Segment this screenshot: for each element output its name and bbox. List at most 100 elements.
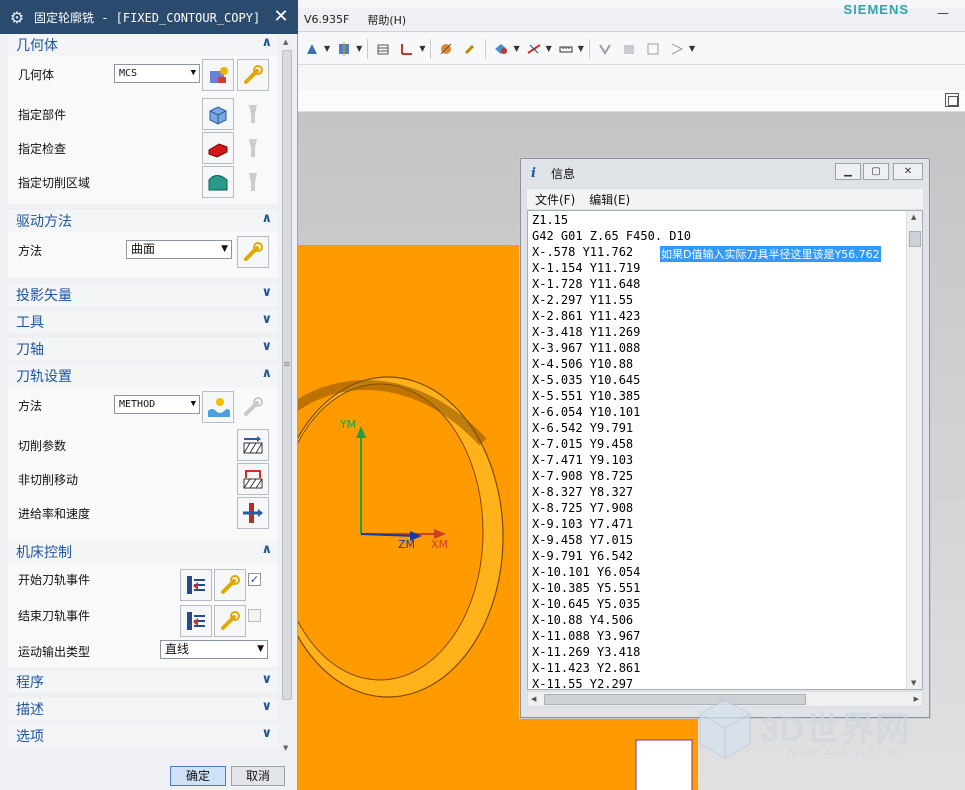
- edit-geometry-button[interactable]: [237, 59, 269, 91]
- section-drive-method[interactable]: 驱动方法 ∧: [8, 210, 278, 232]
- code-line: X-6.542 Y9.791: [532, 421, 634, 435]
- specify-check-button[interactable]: [202, 132, 234, 164]
- code-line: X-1.728 Y11.648: [532, 277, 641, 291]
- code-line: X-2.297 Y11.55: [532, 293, 634, 307]
- scroll-down-icon[interactable]: ▼: [911, 679, 916, 687]
- maximize-button[interactable]: ▢: [863, 163, 889, 180]
- show-check-button[interactable]: [237, 132, 269, 164]
- wrench-tool-icon[interactable]: [458, 38, 482, 60]
- layer-icon[interactable]: [371, 38, 395, 60]
- show-hide-icon[interactable]: [489, 38, 513, 60]
- section-projection-vector[interactable]: 投影矢量 ∨: [8, 284, 278, 306]
- section-program[interactable]: 程序 ∨: [8, 671, 278, 693]
- close-icon[interactable]: ✕: [270, 6, 292, 28]
- start-events-button[interactable]: [180, 569, 212, 601]
- section-options[interactable]: 选项 ∨: [8, 725, 278, 747]
- chevron-down-icon[interactable]: ∨: [261, 672, 272, 687]
- non-cut-moves-button[interactable]: [237, 463, 269, 495]
- ruler-icon[interactable]: [554, 38, 578, 60]
- section-path-settings[interactable]: 刀轨设置 ∧: [8, 365, 278, 387]
- info-vertical-scrollbar[interactable]: ▲ ▼: [906, 211, 922, 689]
- dialog-titlebar: ⚙ 固定轮廓铣 - [FIXED_CONTOUR_COPY] ✕: [0, 0, 298, 34]
- section-geometry[interactable]: 几何体 ∧: [8, 34, 278, 56]
- menu-help[interactable]: 帮助(H): [367, 12, 406, 28]
- resize-grip-icon[interactable]: ≡: [283, 360, 291, 370]
- code-line: X-11.088 Y3.967: [532, 629, 641, 643]
- cut-params-button[interactable]: [237, 429, 269, 461]
- edit-drive-method-button[interactable]: [237, 236, 269, 268]
- cut-area-icon: [208, 175, 228, 191]
- wrench-icon: [244, 65, 263, 84]
- wcs-icon[interactable]: [395, 38, 419, 60]
- cancel-button[interactable]: 取消: [231, 766, 285, 786]
- view-orient-icon[interactable]: [300, 38, 324, 60]
- edit-end-events-button[interactable]: [214, 605, 246, 637]
- geometry-select[interactable]: MCS ▼: [114, 64, 200, 83]
- chevron-up-icon[interactable]: ∧: [261, 35, 272, 50]
- dialog-scrollbar[interactable]: ▲ ▼: [280, 36, 294, 754]
- operation-dialog: ⚙ 固定轮廓铣 - [FIXED_CONTOUR_COPY] ✕ 几何体 ∧ 几…: [0, 0, 298, 790]
- info-text-area[interactable]: Z1.15 G42 G01 Z.65 F450. D10 X-.578 Y11.76…: [527, 210, 923, 690]
- edit-method-button[interactable]: [237, 391, 269, 423]
- edit-start-events-button[interactable]: [214, 569, 246, 601]
- app-minimize-button[interactable]: —: [937, 6, 949, 20]
- code-line: X-1.154 Y11.719: [532, 261, 641, 275]
- geometry-label: 几何体: [18, 68, 55, 82]
- specify-part-button[interactable]: [202, 98, 234, 130]
- feeds-speeds-button[interactable]: [237, 497, 269, 529]
- motion-output-select[interactable]: 直线 ▼: [160, 640, 268, 659]
- feeds-speeds-label: 进给率和速度: [18, 507, 91, 521]
- drive-method-select[interactable]: 曲面 ▼: [126, 240, 232, 259]
- maximize-viewport-icon[interactable]: [945, 93, 959, 107]
- measure-icon[interactable]: [522, 38, 546, 60]
- snap-icon[interactable]: [617, 38, 641, 60]
- new-method-button[interactable]: [202, 391, 234, 423]
- scrollbar-thumb[interactable]: [282, 50, 292, 700]
- scroll-up-icon[interactable]: ▲: [911, 213, 916, 221]
- scrollbar-thumb[interactable]: [909, 231, 921, 247]
- chevron-down-icon[interactable]: ∨: [261, 285, 272, 300]
- chevron-down-icon[interactable]: ∨: [261, 726, 272, 741]
- show-cut-area-button[interactable]: [237, 166, 269, 198]
- specify-cut-area-label: 指定切削区域: [18, 176, 91, 190]
- select-filter-icon[interactable]: [593, 38, 617, 60]
- filter-icon[interactable]: [665, 38, 689, 60]
- chevron-up-icon[interactable]: ∧: [261, 366, 272, 381]
- chevron-down-icon[interactable]: ∨: [261, 699, 272, 714]
- ok-button[interactable]: 确定: [170, 766, 226, 786]
- view-fit-icon[interactable]: [332, 38, 356, 60]
- section-description[interactable]: 描述 ∨: [8, 698, 278, 720]
- events-icon: [187, 612, 205, 630]
- scroll-up-icon[interactable]: ▲: [283, 38, 288, 46]
- watermark-text: 3D世界网: [760, 711, 911, 749]
- path-method-select[interactable]: METHOD ▼: [114, 395, 200, 414]
- menu-version[interactable]: V6.935F: [304, 13, 349, 26]
- section-options-title: 选项: [16, 729, 44, 745]
- scroll-down-icon[interactable]: ▼: [283, 744, 288, 752]
- non-cut-moves-icon: [243, 470, 263, 489]
- analysis-icon[interactable]: [434, 38, 458, 60]
- section-tool-axis-title: 刀轴: [16, 342, 44, 358]
- close-button[interactable]: ✕: [893, 163, 923, 180]
- section-machine-control[interactable]: 机床控制 ∧: [8, 541, 278, 563]
- chevron-up-icon[interactable]: ∧: [261, 542, 272, 557]
- specify-cut-area-button[interactable]: [202, 166, 234, 198]
- chevron-down-icon[interactable]: ∨: [261, 339, 272, 354]
- machine-control-body: 开始刀轨事件 ✓ 结束刀轨事件 运动输出类型 直线 ▼: [8, 563, 278, 667]
- minimize-button[interactable]: ▁: [835, 163, 861, 180]
- start-events-checkbox[interactable]: ✓: [248, 573, 261, 586]
- section-tool-axis[interactable]: 刀轴 ∨: [8, 338, 278, 360]
- info-window: i 信息 ▁ ▢ ✕ 文件(F) 编辑(E) Z1.15 G42 G01 Z.65…: [520, 158, 930, 718]
- menu-file[interactable]: 文件(F): [535, 191, 575, 208]
- grid-icon[interactable]: [641, 38, 665, 60]
- chevron-up-icon[interactable]: ∧: [261, 211, 272, 226]
- scroll-left-icon[interactable]: ◀: [531, 695, 536, 703]
- new-geometry-button[interactable]: [202, 59, 234, 91]
- section-path-title: 刀轨设置: [16, 369, 72, 385]
- end-events-button[interactable]: [180, 605, 212, 637]
- end-events-checkbox[interactable]: [248, 609, 261, 622]
- section-tool[interactable]: 工具 ∨: [8, 311, 278, 333]
- menu-edit[interactable]: 编辑(E): [589, 191, 630, 208]
- chevron-down-icon[interactable]: ∨: [261, 312, 272, 327]
- show-part-button[interactable]: [237, 98, 269, 130]
